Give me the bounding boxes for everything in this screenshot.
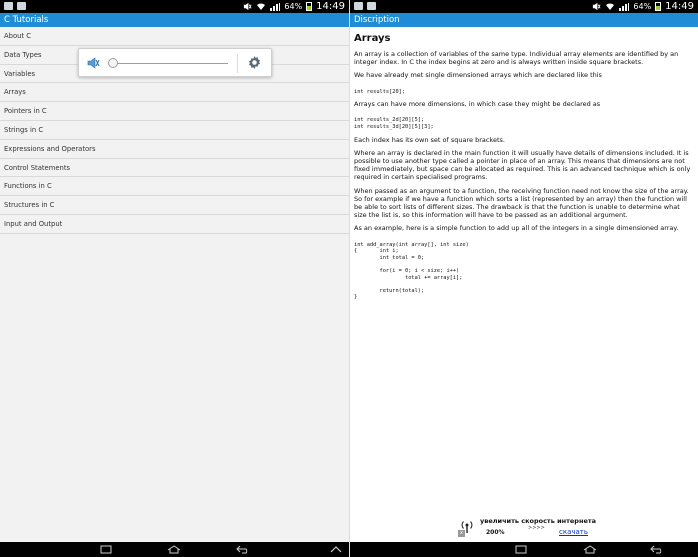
notification-icons (4, 2, 26, 10)
volume-popup (78, 48, 272, 77)
ad-download-link[interactable]: скачать (559, 528, 588, 536)
back-icon[interactable] (236, 545, 250, 554)
status-clock-right: 14:49 (665, 1, 694, 12)
home-icon-right[interactable] (583, 545, 597, 554)
notification-icon-3 (354, 2, 363, 10)
status-bar-right: 64% 14:49 (350, 0, 698, 13)
back-icon-right[interactable] (650, 545, 664, 554)
description-content: Arrays An array is a collection of varia… (350, 27, 698, 356)
topic-item-input-output[interactable]: Input and Output (0, 215, 349, 234)
status-clock: 14:49 (316, 1, 345, 12)
paragraph-4: Each index has its own set of square bra… (354, 135, 505, 144)
notification-icon-2 (17, 2, 26, 10)
paragraph-6: When passed as an argument to a function… (354, 186, 689, 220)
recent-apps-icon-right[interactable] (515, 545, 527, 554)
volume-slider-knob[interactable] (108, 58, 118, 68)
notification-icons-right (354, 2, 376, 10)
nav-bar-left (0, 542, 349, 557)
battery-percent-right: 64% (633, 2, 652, 11)
paragraph-3: Arrays can have more dimensions, in whic… (354, 100, 601, 109)
ad-headline: увеличить скорость интернета (480, 517, 597, 525)
mute-status-icon (244, 2, 252, 11)
topic-item-expressions[interactable]: Expressions and Operators (0, 140, 349, 159)
paragraph-5: Where an array is declared in the main f… (354, 148, 691, 182)
description-title-bar: Discription (350, 13, 698, 27)
notification-icon-1 (4, 2, 13, 10)
code-block-2: int results_2d[20][5]; int results_3d[20… (354, 117, 434, 130)
topic-item-control-statements[interactable]: Control Statements (0, 159, 349, 178)
volume-mute-icon[interactable] (87, 57, 100, 69)
topic-item-structures[interactable]: Structures in C (0, 196, 349, 215)
signal-icon-right (619, 2, 630, 11)
gear-icon[interactable] (247, 55, 262, 70)
mute-status-icon-right (593, 2, 601, 11)
status-bar-left: 64% 14:49 (0, 0, 349, 13)
battery-percent: 64% (284, 2, 303, 11)
topic-item-about-c[interactable]: About C (0, 27, 349, 46)
topic-item-strings[interactable]: Strings in C (0, 121, 349, 140)
topic-item-pointers[interactable]: Pointers in C (0, 102, 349, 121)
description-title: Discription (354, 15, 400, 25)
app-title-bar: C Tutorials (0, 13, 349, 27)
article-heading: Arrays (354, 33, 391, 44)
right-screen: 64% 14:49 Discription Arrays An array is… (349, 0, 698, 557)
code-block-1: int results[20]; (354, 88, 406, 95)
battery-icon-right (655, 2, 662, 11)
ad-percent: 200% (486, 529, 505, 536)
chevron-up-icon[interactable] (330, 545, 342, 554)
notification-icon-4 (367, 2, 376, 10)
volume-divider (237, 54, 238, 73)
battery-icon (306, 2, 313, 11)
topic-item-arrays[interactable]: Arrays (0, 83, 349, 103)
left-screen: 64% 14:49 C Tutorials About C Data Types… (0, 0, 349, 557)
paragraph-1: An array is a collection of variables of… (354, 50, 679, 67)
topic-item-functions[interactable]: Functions in C (0, 177, 349, 197)
wifi-icon (257, 3, 266, 11)
nav-bar-right (350, 542, 698, 557)
ad-banner[interactable]: x увеличить скорость интернета 200% >>>>… (458, 516, 608, 542)
code-block-3: int add_array(int array[], int size) { i… (354, 241, 469, 301)
signal-icon (270, 2, 281, 11)
volume-slider-track[interactable] (112, 63, 228, 64)
home-icon[interactable] (167, 545, 181, 554)
paragraph-7: As an example, here is a simple function… (354, 224, 679, 233)
app-title: C Tutorials (4, 15, 49, 25)
blank-area (350, 356, 698, 542)
recent-apps-icon[interactable] (100, 545, 112, 554)
paragraph-2: We have already met single dimensioned a… (354, 71, 602, 80)
ad-arrows: >>>> (528, 525, 545, 531)
wifi-icon-right (606, 3, 615, 11)
ad-close-button[interactable]: x (458, 530, 465, 537)
